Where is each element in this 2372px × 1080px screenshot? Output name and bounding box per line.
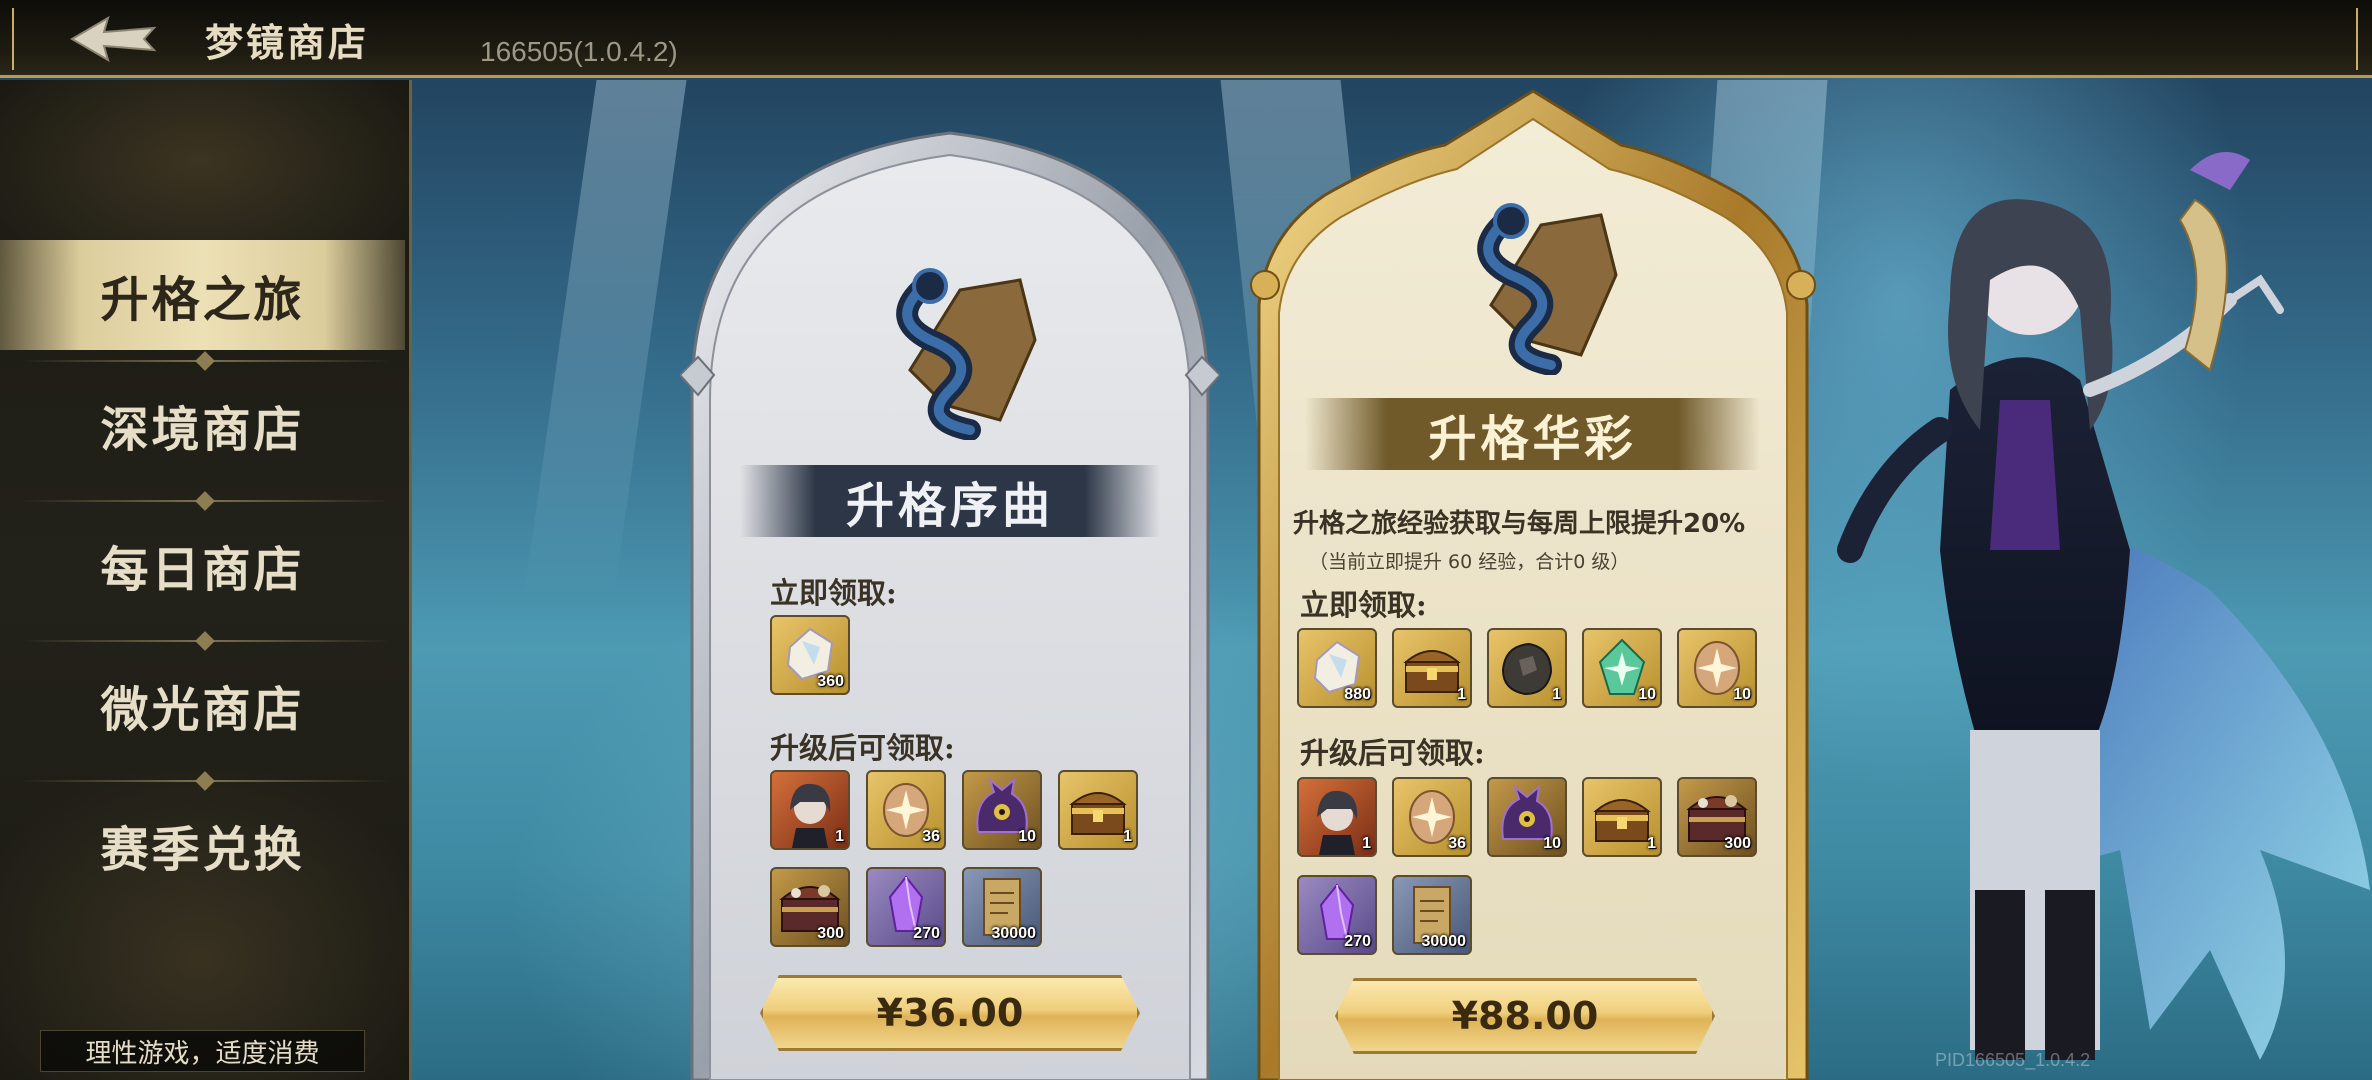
light-beam bbox=[523, 80, 687, 600]
item-quantity: 30000 bbox=[991, 925, 1037, 942]
reward-item[interactable]: 360 bbox=[770, 615, 850, 695]
card-title: 升格序曲 bbox=[740, 465, 1160, 537]
sidebar-item-label: 赛季兑换 bbox=[100, 822, 305, 878]
item-quantity: 1 bbox=[835, 828, 844, 845]
item-quantity: 1 bbox=[1123, 828, 1132, 845]
purchase-button[interactable]: ¥88.00 bbox=[1335, 978, 1715, 1054]
sidebar-item-ascension-journey[interactable]: 升格之旅 bbox=[0, 240, 405, 350]
character-illustration bbox=[1837, 152, 2370, 1060]
item-quantity: 1 bbox=[1552, 686, 1561, 703]
immediate-reward-label: 立即领取: bbox=[770, 576, 897, 610]
item-quantity: 880 bbox=[1344, 686, 1371, 703]
item-quantity: 10 bbox=[1543, 835, 1561, 852]
sidebar-item-glimmer-shop[interactable]: 微光商店 bbox=[0, 650, 405, 760]
version-label: 166505(1.0.4.2) bbox=[480, 36, 678, 67]
page-title: 梦镜商店 bbox=[205, 20, 370, 65]
item-quantity: 10 bbox=[1733, 686, 1751, 703]
sidebar-item-deep-shop[interactable]: 深境商店 bbox=[0, 370, 405, 480]
sidebar-item-label: 升格之旅 bbox=[100, 272, 305, 328]
item-quantity: 36 bbox=[922, 828, 940, 845]
item-quantity: 30000 bbox=[1421, 933, 1467, 950]
top-bar: 梦镜商店 166505(1.0.4.2) bbox=[0, 0, 2372, 78]
pass-card-cadenza: 升格华彩 升格之旅经验获取与每周上限提升20% （当前立即提升 60 经验，合计… bbox=[1245, 85, 1820, 1080]
reward-item[interactable]: 1 bbox=[1058, 770, 1138, 850]
ascension-key-emblem-icon bbox=[1477, 203, 1618, 375]
sidebar: 升格之旅 深境商店 每日商店 微光商店 赛季兑换 理性游戏，适度消费 bbox=[0, 80, 412, 1080]
item-quantity: 300 bbox=[817, 925, 844, 942]
reward-item[interactable]: 30000 bbox=[962, 867, 1042, 947]
immediate-reward-label: 立即领取: bbox=[1300, 588, 1427, 622]
item-quantity: 10 bbox=[1018, 828, 1036, 845]
item-quantity: 10 bbox=[1638, 686, 1656, 703]
reward-item[interactable]: 1 bbox=[1392, 628, 1472, 708]
item-quantity: 360 bbox=[817, 673, 844, 690]
sidebar-item-season-exchange[interactable]: 赛季兑换 bbox=[0, 790, 405, 900]
price-label: ¥88.00 bbox=[1451, 994, 1599, 1038]
item-quantity: 1 bbox=[1647, 835, 1656, 852]
reward-item[interactable]: 270 bbox=[1297, 875, 1377, 955]
reward-item[interactable]: 10 bbox=[1677, 628, 1757, 708]
sidebar-divider bbox=[20, 780, 390, 782]
disclaimer-notice: 理性游戏，适度消费 bbox=[40, 1030, 365, 1072]
reward-item[interactable]: 10 bbox=[1487, 777, 1567, 857]
sidebar-divider bbox=[20, 360, 390, 362]
reward-item[interactable]: 1 bbox=[1487, 628, 1567, 708]
purchase-button[interactable]: ¥36.00 bbox=[760, 975, 1140, 1051]
upgrade-reward-label: 升级后可领取: bbox=[770, 731, 955, 765]
card-title-text: 升格序曲 bbox=[845, 478, 1054, 534]
item-quantity: 300 bbox=[1724, 835, 1751, 852]
card-description: 升格之旅经验获取与每周上限提升20% bbox=[1293, 509, 1746, 539]
upgrade-reward-label: 升级后可领取: bbox=[1300, 736, 1485, 770]
back-button[interactable] bbox=[58, 10, 168, 68]
sidebar-item-label: 每日商店 bbox=[100, 542, 305, 598]
reward-item[interactable]: 36 bbox=[866, 770, 946, 850]
reward-item[interactable]: 36 bbox=[1392, 777, 1472, 857]
reward-item[interactable]: 1 bbox=[770, 770, 850, 850]
item-quantity: 1 bbox=[1457, 686, 1466, 703]
card-title: 升格华彩 bbox=[1305, 398, 1760, 470]
card-title-text: 升格华彩 bbox=[1428, 411, 1637, 467]
price-label: ¥36.00 bbox=[876, 991, 1024, 1035]
sidebar-item-label: 深境商店 bbox=[100, 402, 305, 458]
card-description-sub: （当前立即提升 60 经验，合计0 级） bbox=[1309, 551, 1630, 573]
back-arrow-icon bbox=[70, 15, 157, 63]
pid-watermark: PID166505_1.0.4.2 bbox=[1935, 1050, 2091, 1070]
sidebar-item-label: 微光商店 bbox=[100, 682, 305, 738]
reward-item[interactable]: 1 bbox=[1297, 777, 1377, 857]
reward-item[interactable]: 1 bbox=[1582, 777, 1662, 857]
reward-item[interactable]: 300 bbox=[1677, 777, 1757, 857]
reward-item[interactable]: 270 bbox=[866, 867, 946, 947]
sidebar-divider bbox=[20, 500, 390, 502]
reward-item[interactable]: 30000 bbox=[1392, 875, 1472, 955]
reward-item[interactable]: 10 bbox=[1582, 628, 1662, 708]
item-quantity: 36 bbox=[1448, 835, 1466, 852]
item-quantity: 1 bbox=[1362, 835, 1371, 852]
reward-item[interactable]: 10 bbox=[962, 770, 1042, 850]
sidebar-item-daily-shop[interactable]: 每日商店 bbox=[0, 510, 405, 620]
sidebar-divider bbox=[20, 640, 390, 642]
reward-item[interactable]: 300 bbox=[770, 867, 850, 947]
reward-item[interactable]: 880 bbox=[1297, 628, 1377, 708]
pass-card-prelude: 升格序曲 立即领取: 360 升级后可领取: 1 36 10 1 300 270… bbox=[680, 125, 1220, 1080]
item-quantity: 270 bbox=[913, 925, 940, 942]
item-quantity: 270 bbox=[1344, 933, 1371, 950]
ascension-key-emblem-icon bbox=[896, 268, 1037, 440]
